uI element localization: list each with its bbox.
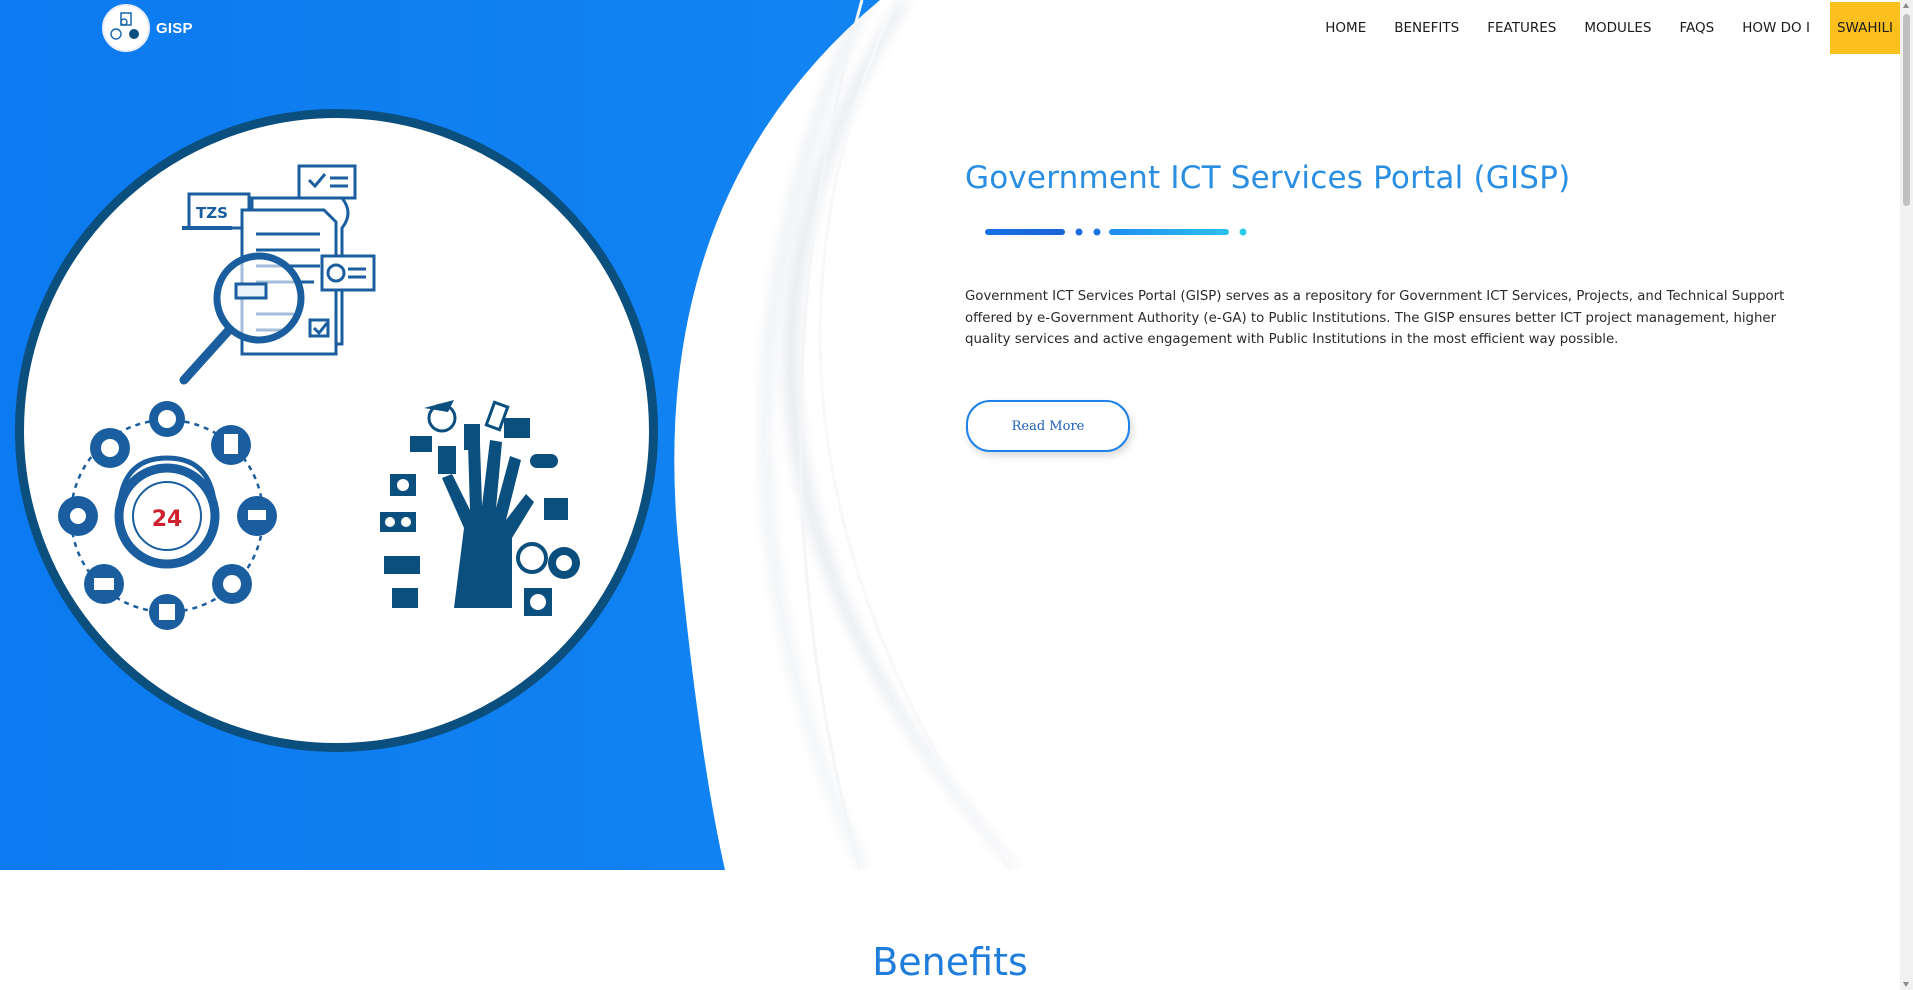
document-search-icon	[179, 164, 376, 385]
hero-description: Government ICT Services Portal (GISP) se…	[965, 289, 1785, 347]
benefits-heading: Benefits	[872, 940, 1028, 984]
nav-features[interactable]: FEATURES	[1473, 20, 1570, 36]
ict-tree-icon	[380, 400, 580, 616]
currency-label: TZS	[196, 204, 228, 222]
nav-benefits[interactable]: BENEFITS	[1380, 20, 1473, 36]
page: GISP HOME BENEFITS FEATURES MODULES FAQS…	[0, 0, 1900, 990]
language-switch-button[interactable]: SWAHILI	[1829, 2, 1900, 54]
hero-title: Government ICT Services Portal (GISP)	[965, 160, 1571, 196]
nav-modules[interactable]: MODULES	[1570, 20, 1665, 36]
hero-section: GISP HOME BENEFITS FEATURES MODULES FAQS…	[0, 0, 1900, 870]
nav-how-do-i[interactable]: HOW DO I	[1728, 20, 1824, 36]
main-nav: HOME BENEFITS FEATURES MODULES FAQS HOW …	[1311, 2, 1900, 54]
gisp-logo-icon	[102, 4, 150, 52]
scroll-down-arrow-icon[interactable]	[1903, 982, 1909, 987]
read-more-button[interactable]: Read More	[966, 400, 1130, 452]
brand-name: GISP	[156, 19, 193, 37]
title-divider	[985, 228, 1247, 236]
hero-illustration: TZS 24	[15, 109, 658, 752]
scrollbar-thumb[interactable]	[1903, 14, 1910, 206]
clock-label: 24	[152, 507, 183, 532]
nav-faqs[interactable]: FAQS	[1665, 20, 1728, 36]
nav-home[interactable]: HOME	[1311, 20, 1380, 36]
brand[interactable]: GISP	[102, 4, 193, 52]
page-scrollbar[interactable]	[1900, 0, 1913, 990]
scroll-up-arrow-icon[interactable]	[1903, 3, 1909, 8]
